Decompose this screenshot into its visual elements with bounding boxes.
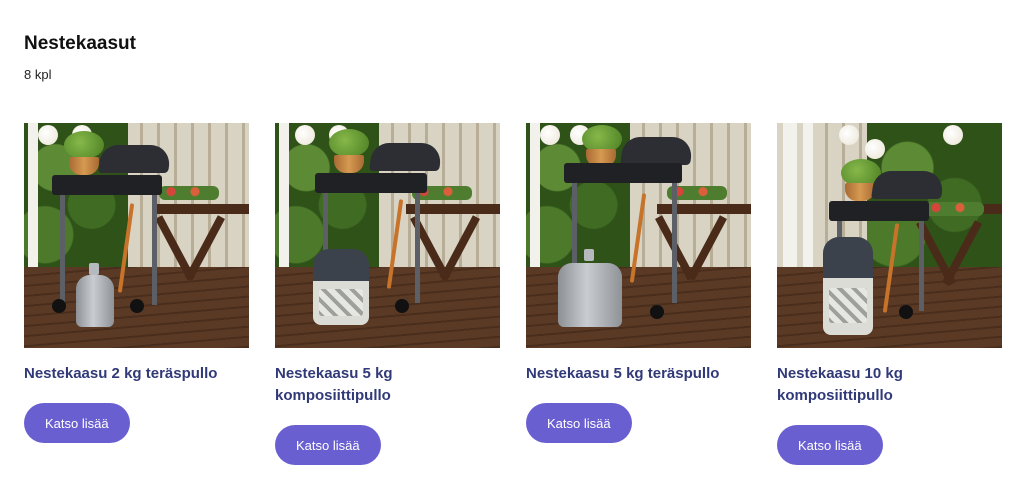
product-card: Nestekaasu 10 kg komposiittipullo Katso … (777, 123, 1002, 465)
product-image[interactable] (24, 123, 249, 348)
view-more-button[interactable]: Katso lisää (275, 425, 381, 465)
page-title: Nestekaasut (24, 33, 136, 54)
product-name[interactable]: Nestekaasu 5 kg komposiittipullo (275, 363, 500, 407)
product-grid: Nestekaasu 2 kg teräspullo Katso lisää N… (24, 123, 1002, 465)
product-card: Nestekaasu 5 kg komposiittipullo Katso l… (275, 123, 500, 465)
product-name[interactable]: Nestekaasu 2 kg teräspullo (24, 363, 249, 385)
product-image[interactable] (526, 123, 751, 348)
product-image[interactable] (777, 123, 1002, 348)
view-more-button[interactable]: Katso lisää (24, 403, 130, 443)
product-card: Nestekaasu 2 kg teräspullo Katso lisää (24, 123, 249, 465)
view-more-button[interactable]: Katso lisää (526, 403, 632, 443)
product-name[interactable]: Nestekaasu 5 kg teräspullo (526, 363, 751, 385)
product-name[interactable]: Nestekaasu 10 kg komposiittipullo (777, 363, 1002, 407)
result-count: 8 kpl (24, 67, 52, 82)
product-image[interactable] (275, 123, 500, 348)
view-more-button[interactable]: Katso lisää (777, 425, 883, 465)
product-card: Nestekaasu 5 kg teräspullo Katso lisää (526, 123, 751, 465)
